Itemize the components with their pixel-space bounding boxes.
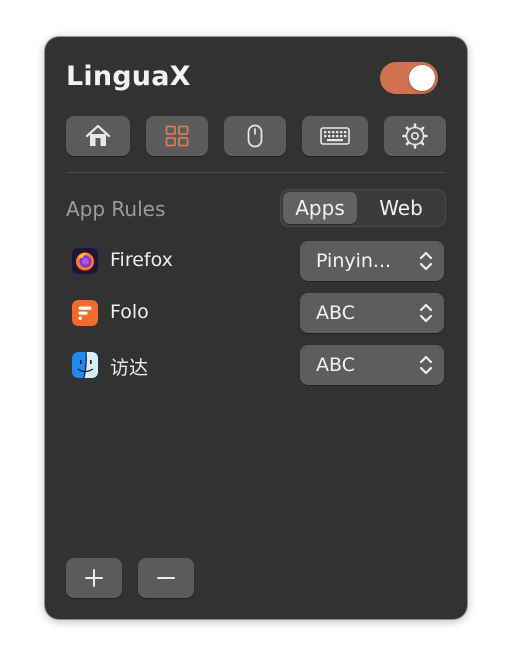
home-icon: [85, 124, 111, 146]
section-title: App Rules: [66, 197, 166, 221]
mouse-icon: [247, 124, 263, 148]
linguax-panel: LinguaX App Rules Apps Web Firefox Pinyi…: [45, 37, 467, 619]
enable-toggle[interactable]: [380, 62, 438, 94]
app-name: Firefox: [110, 249, 173, 271]
input-source-select[interactable]: ABC: [300, 293, 444, 333]
home-tab-button[interactable]: [66, 116, 130, 156]
input-source-select[interactable]: ABC: [300, 345, 444, 385]
remove-rule-button[interactable]: [138, 558, 194, 598]
selected-value: ABC: [316, 354, 355, 376]
chevron-updown-icon: [419, 355, 433, 375]
rule-row-firefox: Firefox Pinyin...: [72, 241, 446, 281]
mouse-tab-button[interactable]: [224, 116, 286, 156]
chevron-updown-icon: [419, 251, 433, 271]
keyboard-icon: [320, 127, 350, 145]
gear-icon: [402, 123, 428, 149]
grid-icon: [165, 125, 189, 147]
selected-value: Pinyin...: [316, 250, 392, 272]
rule-row-folo: Folo ABC: [72, 293, 446, 333]
add-rule-button[interactable]: [66, 558, 122, 598]
toggle-knob: [409, 65, 435, 91]
segment-apps[interactable]: Apps: [283, 192, 357, 224]
keyboard-tab-button[interactable]: [302, 116, 368, 156]
folo-icon: [72, 300, 98, 326]
plus-icon: [85, 569, 103, 587]
minus-icon: [157, 577, 175, 579]
rule-row-finder: 访达 ABC: [72, 345, 446, 385]
app-rules-tab-button[interactable]: [146, 116, 208, 156]
segment-web[interactable]: Web: [360, 192, 442, 224]
apps-web-segmented-control: Apps Web: [280, 189, 446, 227]
input-source-select[interactable]: Pinyin...: [300, 241, 444, 281]
selected-value: ABC: [316, 302, 355, 324]
firefox-icon: [72, 248, 98, 274]
finder-icon: [72, 352, 98, 378]
app-name: Folo: [110, 301, 149, 323]
app-title: LinguaX: [66, 61, 191, 92]
app-name: 访达: [110, 357, 149, 379]
chevron-updown-icon: [419, 303, 433, 323]
settings-tab-button[interactable]: [384, 116, 446, 156]
divider: [66, 172, 446, 173]
